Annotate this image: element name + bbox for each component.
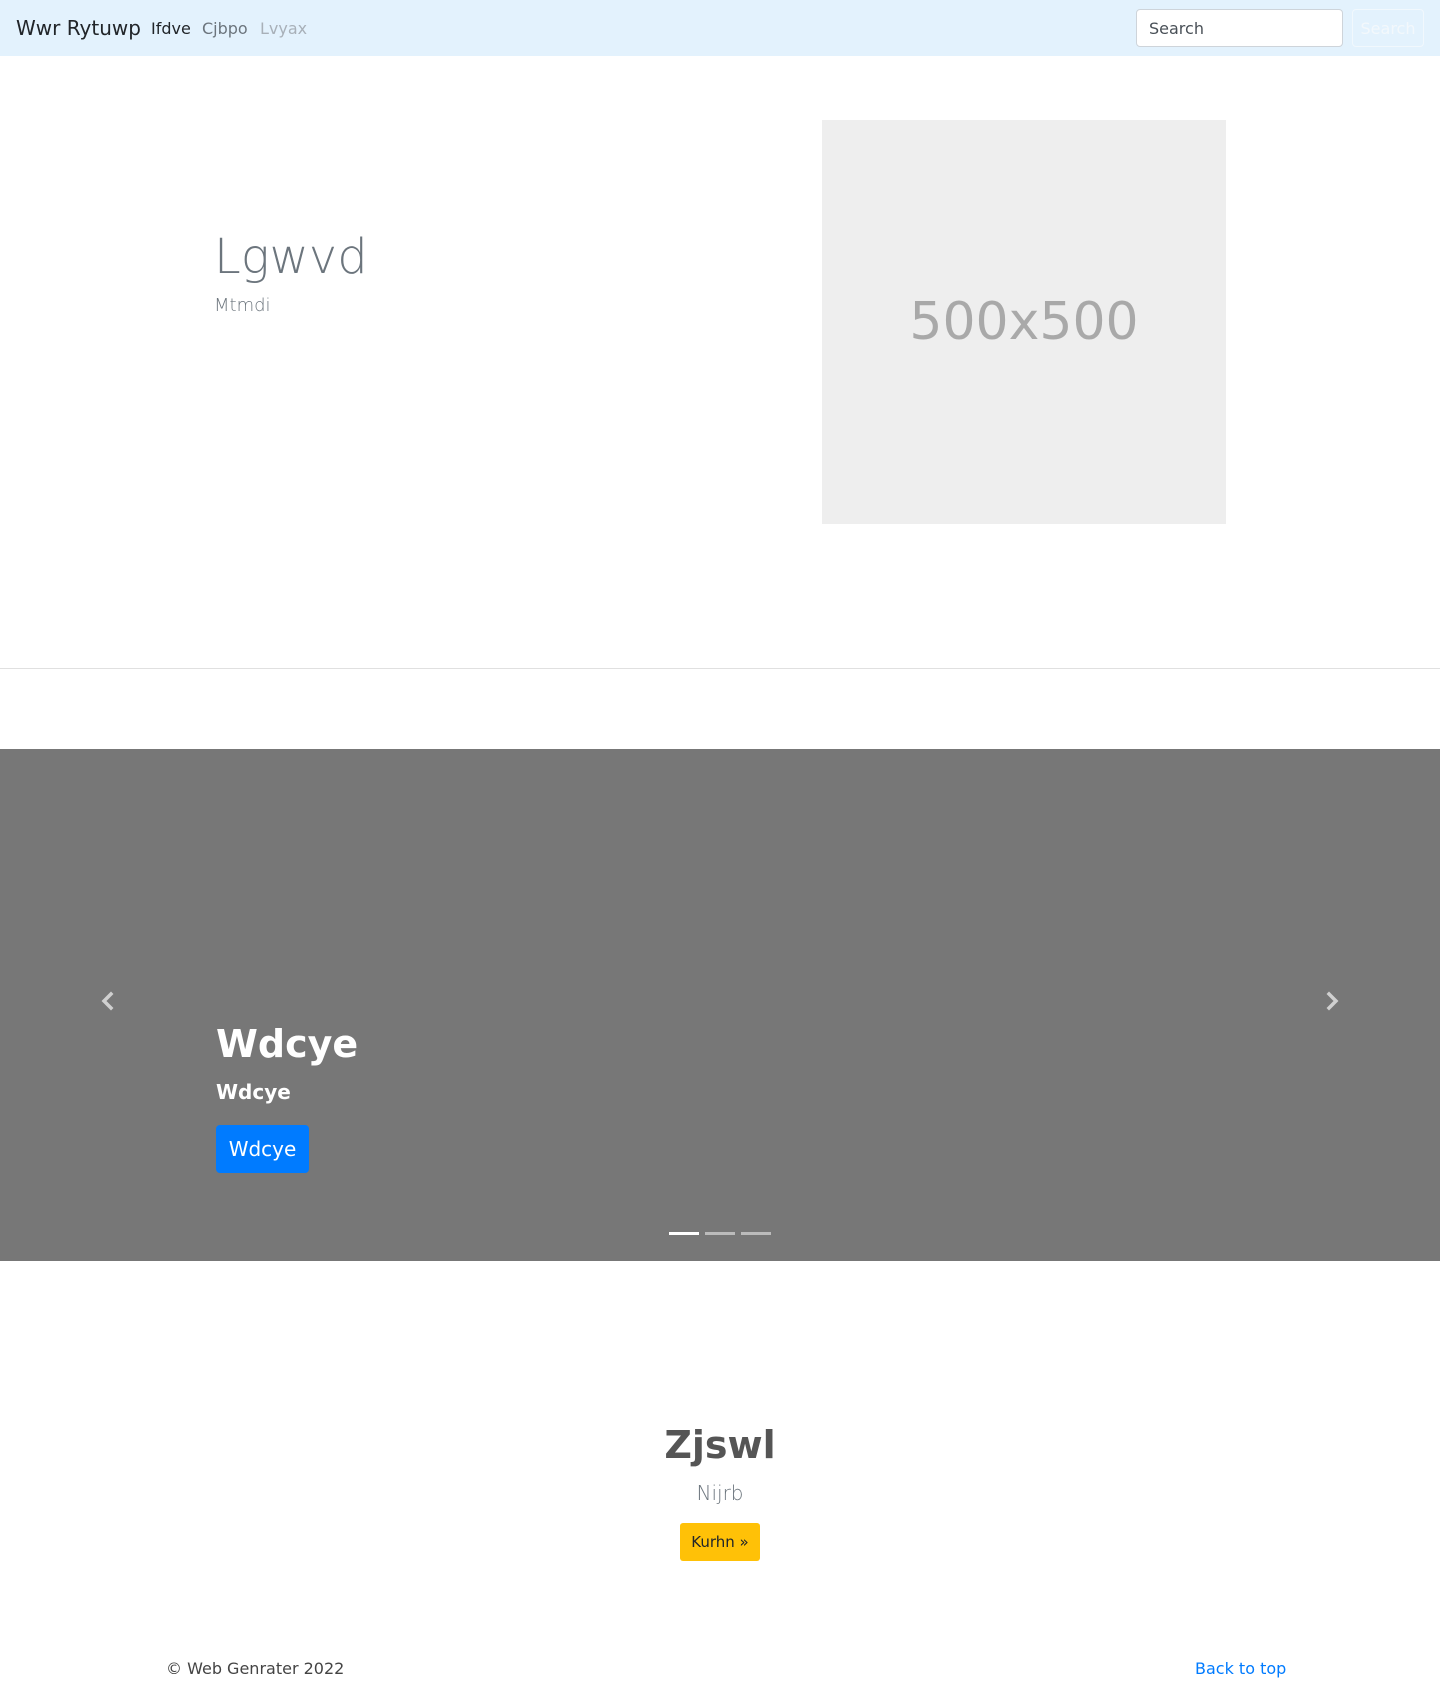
carousel-prev-button[interactable] (96, 989, 120, 1013)
carousel-indicators (669, 1232, 771, 1235)
hero-subtitle: Mtmdi (214, 295, 271, 316)
search-input[interactable] (1136, 9, 1343, 47)
search-button[interactable]: Search (1352, 9, 1424, 47)
feature-title: Zjswl (664, 1423, 776, 1467)
hero-placeholder-image: 500x500 (822, 120, 1226, 524)
placeholder-image-label: 500x500 (909, 292, 1139, 352)
carousel-indicator-3[interactable] (741, 1232, 771, 1235)
nav-link-lvyax: Lvyax (260, 19, 308, 38)
carousel-next-button[interactable] (1320, 989, 1344, 1013)
feature-subtitle: Nijrb (696, 1481, 744, 1505)
navbar: Wwr Rytuwp Ifdve Cjbpo Lvyax Search (0, 0, 1440, 56)
back-to-top-link[interactable]: Back to top (1195, 1659, 1286, 1679)
section-divider (0, 668, 1440, 669)
feature-button[interactable]: Kurhn » (680, 1523, 760, 1561)
footer-copyright: © Web Genrater 2022 (166, 1659, 345, 1678)
nav-link-ifdve[interactable]: Ifdve (151, 19, 191, 39)
carousel-indicator-1[interactable] (669, 1232, 699, 1235)
chevron-right-icon (1326, 991, 1339, 1011)
carousel-slide-title: Wdcye (216, 1022, 359, 1066)
chevron-left-icon (101, 991, 114, 1011)
carousel-slide-subtitle: Wdcye (216, 1080, 291, 1104)
carousel-slide-button[interactable]: Wdcye (216, 1125, 309, 1173)
navbar-brand[interactable]: Wwr Rytuwp (16, 16, 141, 40)
carousel: Wdcye Wdcye Wdcye (0, 749, 1440, 1261)
carousel-indicator-2[interactable] (705, 1232, 735, 1235)
nav-link-cjbpo[interactable]: Cjbpo (202, 19, 248, 39)
hero-title: Lgwvd (214, 229, 368, 285)
